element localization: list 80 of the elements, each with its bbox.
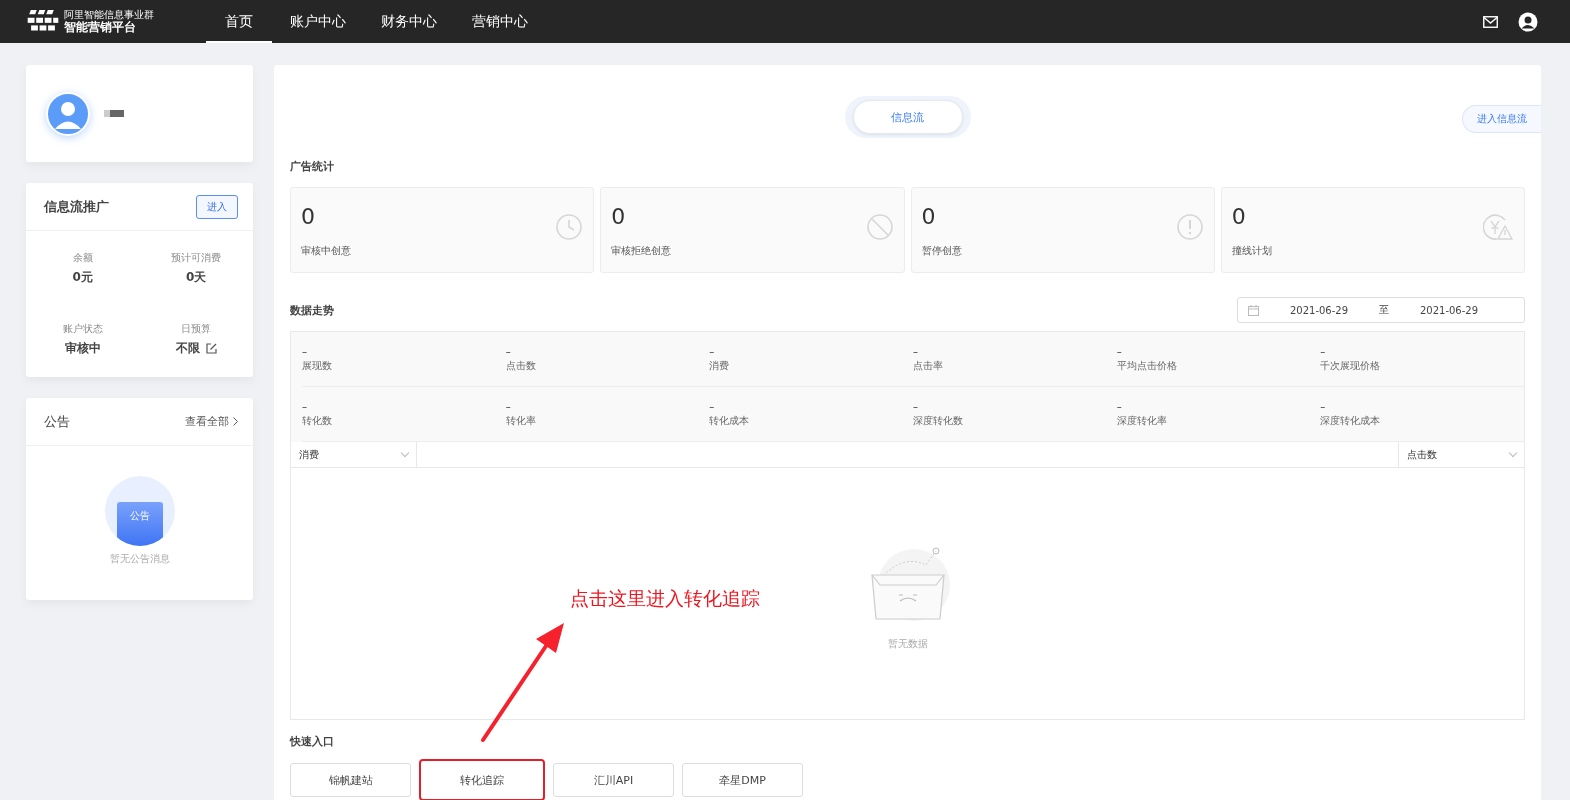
metric-label: 深度转化率 — [1116, 414, 1167, 428]
section-title: 快速入口 — [290, 734, 335, 749]
chevron-right-icon — [233, 417, 238, 426]
metric-label: 消费 — [709, 359, 730, 373]
illustration-label: 公告 — [129, 509, 150, 521]
card-title: 公告 — [44, 412, 70, 431]
metric-label: 深度转化成本 — [1320, 414, 1381, 428]
logo-subtitle: 阿里智能信息事业群 — [64, 9, 154, 20]
date-separator: 至 — [1379, 303, 1389, 317]
stat-label: 预计可消费 — [171, 251, 222, 265]
metric-value: – — [1320, 347, 1326, 357]
stat-value: 0 — [1231, 204, 1246, 230]
stat-value: 0 — [921, 204, 936, 230]
metric-label: 转化数 — [302, 414, 332, 428]
metric-label: 转化成本 — [709, 414, 750, 428]
metric-label: 点击率 — [913, 359, 943, 373]
stat-value: 0天 — [186, 269, 207, 286]
quick-entry-button[interactable]: 牵星DMP — [682, 763, 803, 797]
metric-label: 千次展现价格 — [1320, 359, 1381, 373]
calendar-icon — [1248, 304, 1259, 316]
channel-tab[interactable]: 信息流 — [852, 100, 963, 134]
user-avatar-icon[interactable] — [1518, 11, 1538, 32]
metric-value: – — [913, 347, 918, 357]
metric-label: 展现数 — [302, 359, 332, 373]
quick-entry-button[interactable]: 锦帆建站 — [290, 763, 411, 797]
metric-label: 深度转化数 — [913, 414, 963, 428]
metric-value: – — [709, 402, 715, 412]
stat-label: 审核中创意 — [301, 244, 351, 258]
prohibited-icon — [866, 214, 893, 240]
quick-entry-button[interactable]: 转化追踪 — [419, 759, 545, 800]
metric-select[interactable]: 消费 — [291, 442, 417, 467]
empty-message: 暂无公告消息 — [109, 552, 170, 566]
metric-value: – — [302, 347, 307, 357]
section-title: 数据走势 — [290, 302, 334, 318]
metric-value: – — [913, 402, 918, 412]
logo-title: 智能营销平台 — [64, 20, 137, 34]
stat-label: 撞线计划 — [1231, 244, 1272, 258]
edit-icon[interactable] — [205, 343, 217, 354]
enter-button[interactable]: 进入 — [196, 194, 238, 219]
redacted-name — [104, 110, 124, 117]
nav-tab[interactable]: 首页 — [206, 2, 272, 43]
date-range-field[interactable]: 2021-06-29 至 2021-06-29 — [1237, 297, 1525, 323]
annotation-text: 点击这里进入转化追踪 — [570, 586, 760, 611]
section-title: 广告统计 — [290, 159, 335, 174]
exclamation-icon — [1176, 214, 1203, 240]
stat-value: 0 — [611, 204, 626, 230]
stat-value: 不限 — [175, 340, 200, 357]
metric-select[interactable]: 点击数 — [1398, 442, 1524, 467]
nav-tab[interactable]: 财务中心 — [363, 2, 454, 43]
card-title: 信息流推广 — [44, 197, 109, 216]
view-all-link[interactable]: 查看全部 — [185, 414, 229, 429]
nav-tab[interactable]: 营销中心 — [454, 2, 545, 43]
metric-label: 点击数 — [505, 359, 536, 373]
stat-label: 日预算 — [181, 322, 212, 336]
metric-value: – — [505, 347, 511, 357]
clock-icon — [556, 214, 583, 240]
metric-value: – — [302, 402, 307, 412]
enter-feed-button[interactable]: 进入信息流 — [1462, 105, 1541, 133]
nav-tab[interactable]: 账户中心 — [272, 2, 363, 43]
stat-value: 审核中 — [64, 340, 101, 357]
metric-value: – — [1320, 402, 1326, 412]
stat-label: 审核拒绝创意 — [611, 244, 672, 258]
empty-message: 暂无数据 — [887, 636, 928, 651]
mail-icon[interactable] — [1483, 15, 1498, 28]
stat-label: 账户状态 — [62, 322, 103, 336]
stat-value: 0 — [301, 204, 315, 230]
start-date: 2021-06-29 — [1288, 304, 1350, 316]
metric-value: – — [505, 402, 511, 412]
metric-value: – — [709, 347, 715, 357]
yen-warning-icon — [1483, 214, 1513, 240]
stat-label: 余额 — [72, 251, 93, 265]
end-date: 2021-06-29 — [1418, 304, 1480, 316]
stat-value: 0元 — [72, 269, 93, 286]
quick-entry-button[interactable]: 汇川API — [553, 763, 674, 797]
avatar-silhouette-icon — [46, 91, 90, 136]
metric-value: – — [1116, 402, 1122, 412]
metric-label: 平均点击价格 — [1116, 359, 1177, 373]
metric-value: – — [1116, 347, 1122, 357]
stat-label: 暂停创意 — [921, 244, 962, 258]
metric-label: 转化率 — [505, 414, 536, 428]
